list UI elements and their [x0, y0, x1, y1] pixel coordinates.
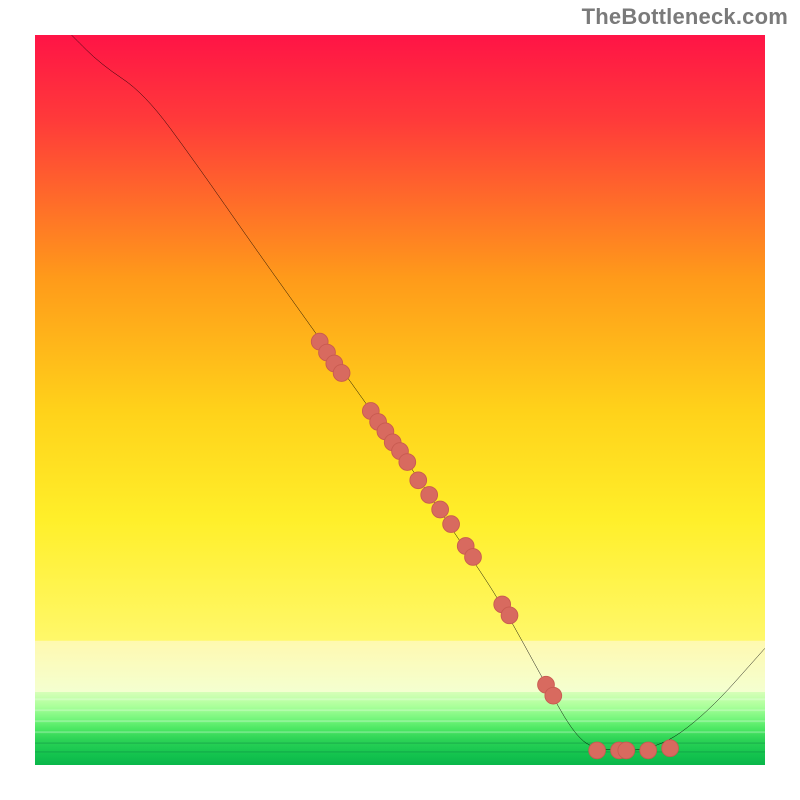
bottleneck-curve [72, 35, 766, 750]
curve-overlay [35, 35, 765, 765]
data-point [421, 487, 438, 504]
plot-area [35, 35, 765, 765]
watermark-text: TheBottleneck.com [582, 4, 788, 30]
data-point [589, 742, 606, 759]
data-point [662, 740, 679, 757]
data-point [333, 365, 350, 382]
data-point [618, 742, 635, 759]
data-point [465, 549, 482, 566]
data-point [545, 687, 562, 704]
data-point [443, 516, 460, 533]
data-point [399, 454, 416, 471]
chart-canvas: TheBottleneck.com [0, 0, 800, 800]
data-point [640, 742, 657, 759]
data-point [410, 472, 427, 489]
data-point [432, 501, 449, 518]
data-point [501, 607, 518, 624]
